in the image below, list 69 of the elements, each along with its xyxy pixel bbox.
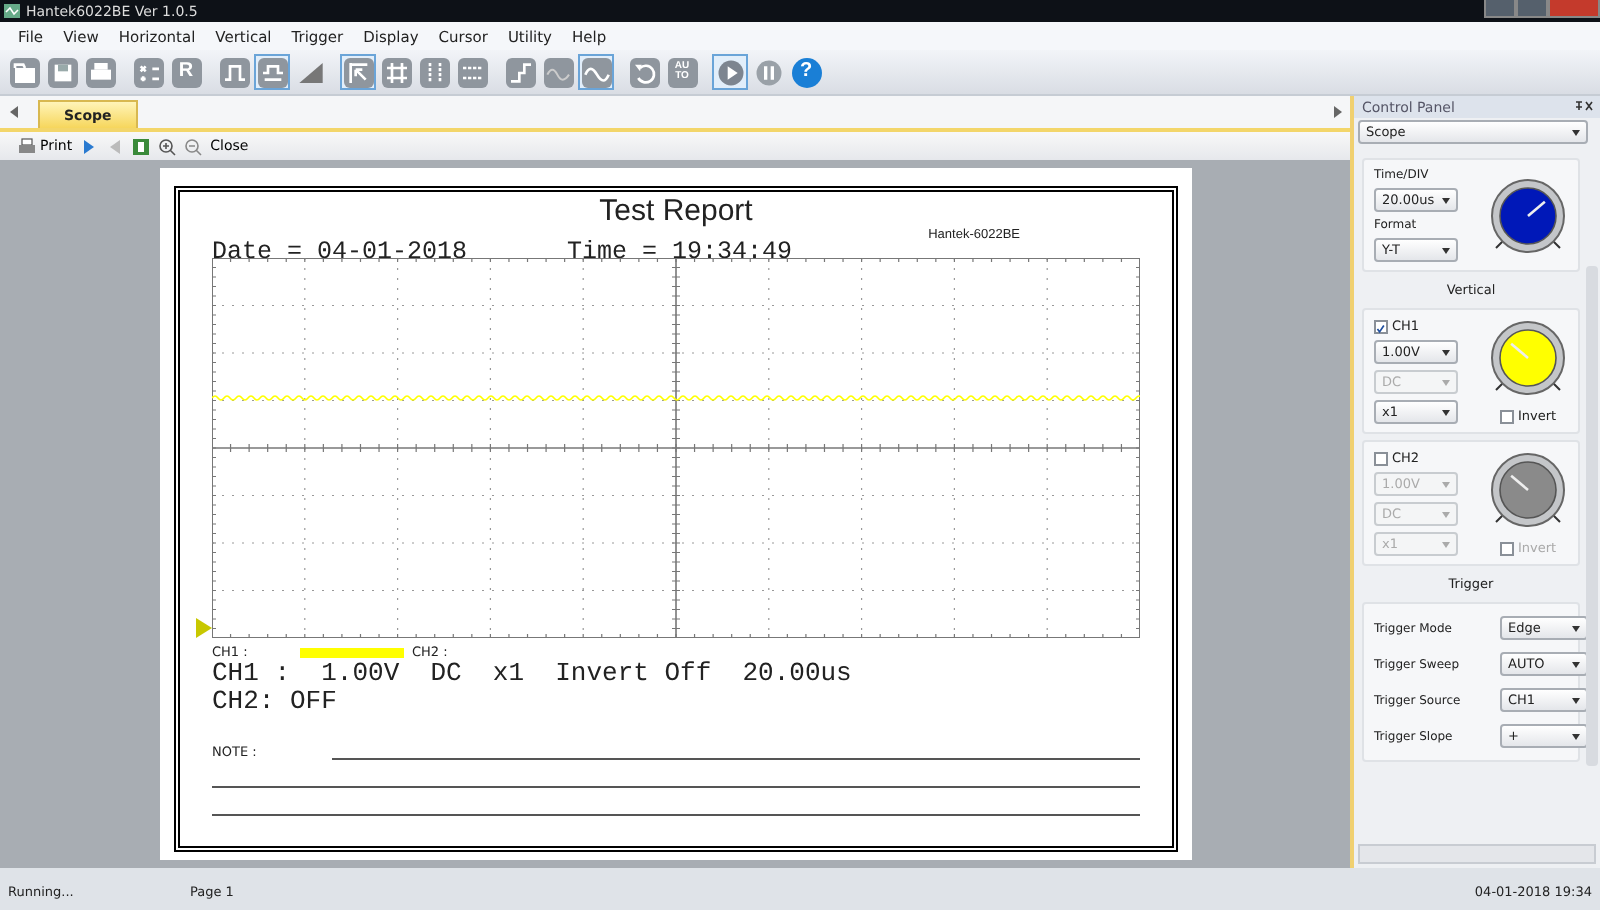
play-icon: [715, 57, 745, 87]
previous-page-icon[interactable]: [106, 137, 125, 155]
caret-icon: [1442, 511, 1450, 517]
close-button[interactable]: [1548, 0, 1600, 18]
undo-icon: [629, 57, 659, 87]
caret-icon: [1572, 129, 1580, 135]
toolbar-button[interactable]: [340, 54, 376, 90]
channel-summary: CH1 : 1.00V DC x1 Invert Off 20.00us: [212, 660, 854, 688]
toolbar-button[interactable]: [626, 54, 662, 90]
toolbar-button[interactable]: [6, 54, 42, 90]
caret-icon: [1572, 625, 1580, 631]
toolbar-button[interactable]: [712, 54, 748, 90]
horizontal-lines-icon: [457, 57, 487, 87]
toolbar-button[interactable]: [502, 54, 538, 90]
print-icon: [85, 57, 115, 87]
grid-icon: [381, 57, 411, 87]
caret-icon: [1442, 481, 1450, 487]
pulse-alt-icon: [257, 57, 287, 87]
zoom-in-icon[interactable]: [158, 137, 177, 155]
pulse-icon: [219, 57, 249, 87]
app-icon: [4, 4, 20, 18]
rotary-knob-icon[interactable]: [1488, 450, 1568, 530]
wave-icon: [581, 57, 611, 87]
caret-icon: [1572, 661, 1580, 667]
zoom-out-icon[interactable]: [184, 137, 203, 155]
caret-icon: [1442, 379, 1450, 385]
toolbar-button[interactable]: [216, 54, 252, 90]
toolbar-button[interactable]: [416, 54, 452, 90]
toolbar-button[interactable]: [254, 54, 290, 90]
wave-dim-icon: [543, 57, 573, 87]
toolbar-button[interactable]: [378, 54, 414, 90]
minimize-button[interactable]: [1484, 0, 1516, 18]
cursor-icon: [343, 57, 373, 87]
horizontal-scrollbar[interactable]: [1358, 844, 1596, 864]
step-icon: [505, 57, 535, 87]
rotary-knob-icon[interactable]: [1488, 318, 1568, 398]
scroll-right-icon[interactable]: [1334, 106, 1342, 118]
printer-icon: [18, 137, 36, 155]
caret-icon: [1572, 697, 1580, 703]
scrollbar[interactable]: [1586, 266, 1598, 766]
toolbar-button[interactable]: [44, 54, 80, 90]
toolbar-button[interactable]: [540, 54, 576, 90]
save-icon: [47, 57, 77, 87]
report-date: Date = 04-01-2018: [212, 242, 468, 258]
pause-icon: [753, 57, 783, 87]
toolbar-button[interactable]: [454, 54, 490, 90]
channel-summary: CH2: OFF: [212, 688, 339, 716]
caret-icon: [1442, 409, 1450, 415]
caret-icon: [1442, 541, 1450, 547]
toolbar-button[interactable]: [578, 54, 614, 90]
caret-icon: [1442, 197, 1450, 203]
pin-close-icon[interactable]: [1574, 100, 1594, 114]
ramp-icon: [295, 57, 325, 87]
toolbar-button[interactable]: [130, 54, 166, 90]
checkmark-icon: [1376, 323, 1386, 333]
next-page-icon[interactable]: [80, 137, 99, 155]
caret-icon: [1572, 733, 1580, 739]
page-view-icon[interactable]: [132, 137, 151, 155]
open-icon: [9, 57, 39, 87]
report-time: Time = 19:34:49: [567, 242, 793, 258]
toolbar-button[interactable]: [82, 54, 118, 90]
caret-icon: [1442, 247, 1450, 253]
vertical-lines-icon: [419, 57, 449, 87]
report-title: Test Report: [597, 196, 755, 228]
scroll-left-icon[interactable]: [10, 106, 18, 118]
caret-icon: [1442, 349, 1450, 355]
maximize-button[interactable]: [1516, 0, 1548, 18]
math-icon: [133, 57, 163, 87]
rotary-knob-icon[interactable]: [1488, 175, 1568, 255]
